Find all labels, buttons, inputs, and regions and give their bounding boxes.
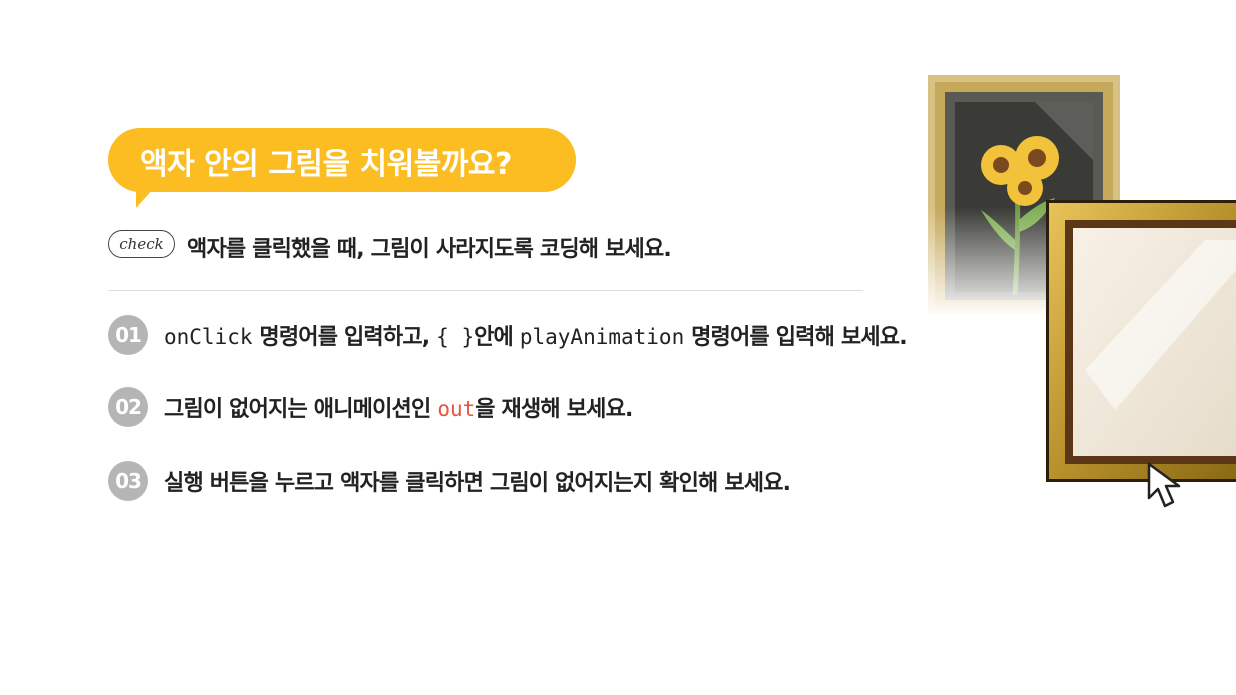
step-1-code-playanimation: playAnimation: [519, 325, 685, 349]
step-1-code-onclick: onClick: [164, 325, 253, 349]
step-3-number: 03: [108, 461, 148, 501]
step-1-text-part1: 명령어를 입력하고,: [252, 325, 437, 350]
step-1-code-braces: { }: [436, 325, 475, 349]
step-2-number: 02: [108, 387, 148, 427]
divider: [108, 290, 863, 291]
step-2-code-out: out: [437, 397, 476, 421]
step-1: 01 onClick 명령어를 입력하고, { }안에 playAnimatio…: [108, 315, 908, 355]
check-instruction: 액자를 클릭했을 때, 그림이 사라지도록 코딩해 보세요.: [187, 237, 672, 262]
page-title: 액자 안의 그림을 치워볼까요?: [140, 147, 512, 182]
step-2-text: 그림이 없어지는 애니메이션인 out을 재생해 보세요.: [164, 391, 633, 423]
empty-frame-icon: [1046, 200, 1236, 482]
step-3-text: 실행 버튼을 누르고 액자를 클릭하면 그림이 없어지는지 확인해 보세요.: [164, 465, 791, 497]
check-badge: check: [108, 230, 175, 258]
step-3-text-part1: 실행 버튼을 누르고 액자를 클릭하면 그림이 없어지는지 확인해 보세요.: [164, 471, 791, 496]
step-2-text-part1: 그림이 없어지는 애니메이션인: [164, 397, 438, 422]
step-3: 03 실행 버튼을 누르고 액자를 클릭하면 그림이 없어지는지 확인해 보세요…: [108, 461, 791, 501]
step-1-text-part3: 명령어를 입력해 보세요.: [684, 325, 908, 350]
step-2: 02 그림이 없어지는 애니메이션인 out을 재생해 보세요.: [108, 387, 633, 427]
frame-illustration: [915, 70, 1236, 508]
step-2-text-part2: 을 재생해 보세요.: [475, 397, 633, 422]
step-1-number: 01: [108, 315, 148, 355]
step-1-text: onClick 명령어를 입력하고, { }안에 playAnimation 명…: [164, 319, 908, 351]
title-bubble-tail: [136, 188, 154, 208]
step-1-text-part2: 안에: [474, 325, 520, 350]
